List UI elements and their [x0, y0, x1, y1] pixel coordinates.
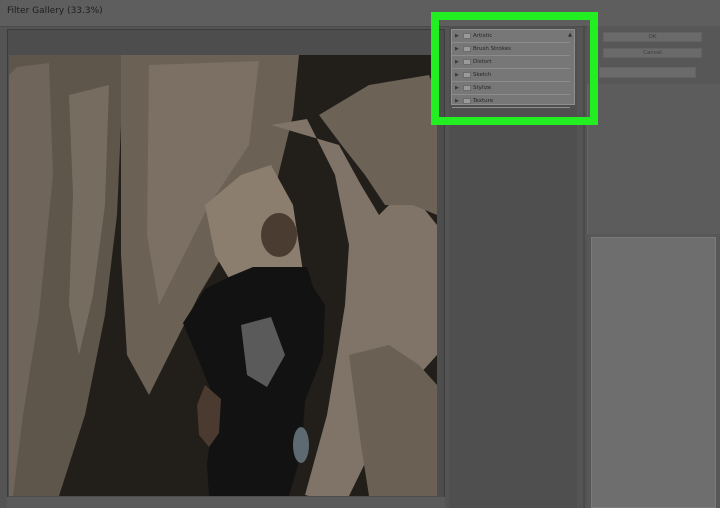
cancel-button[interactable]: Cancel	[603, 48, 702, 58]
effect-layers-area	[591, 237, 716, 508]
preview-bottom-bar	[7, 497, 445, 508]
window-title: Filter Gallery (33.3%)	[7, 6, 103, 16]
ok-button[interactable]: OK	[603, 32, 702, 42]
filter-select-dropdown[interactable]	[599, 67, 696, 78]
image-preview[interactable]	[9, 55, 437, 496]
title-bar: Filter Gallery (33.3%)	[0, 0, 720, 27]
highlight-box	[431, 12, 598, 125]
filter-settings-area	[587, 84, 720, 234]
settings-panel: OK Cancel	[587, 26, 720, 508]
cave-photo	[9, 55, 437, 496]
